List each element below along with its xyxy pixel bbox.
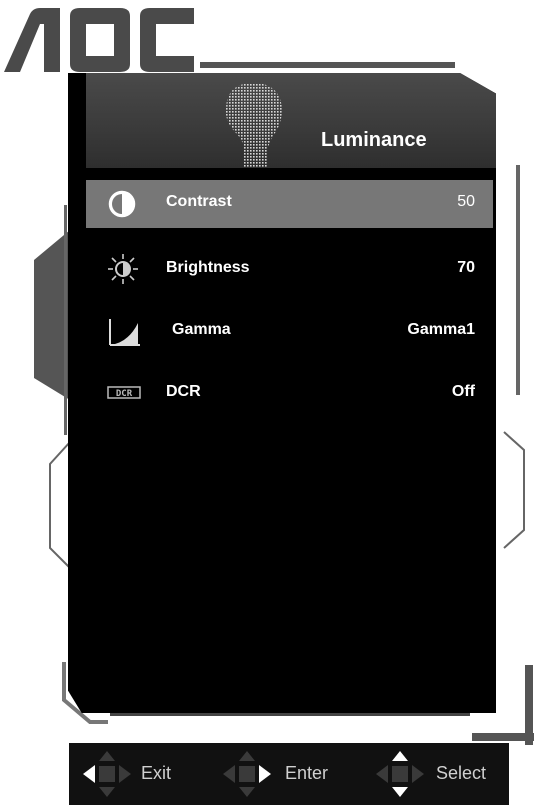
osd-title: Luminance xyxy=(321,129,427,151)
menu-item-label: DCR xyxy=(166,383,201,400)
svg-text:DCR: DCR xyxy=(116,389,133,399)
aoc-logo xyxy=(4,8,194,72)
luminance-bulb-icon xyxy=(225,83,282,167)
osd-panel: Luminance Contrast 50 Brightness 70 Gamm… xyxy=(68,73,496,713)
exit-button[interactable]: Exit xyxy=(79,743,209,805)
menu-item-label: Contrast xyxy=(166,193,232,210)
contrast-icon xyxy=(108,190,136,218)
menu-item-value: Gamma1 xyxy=(407,321,475,338)
menu-item-value: Off xyxy=(451,383,475,400)
select-label: Select xyxy=(436,763,487,783)
dpad-right-icon xyxy=(223,751,271,797)
enter-label: Enter xyxy=(285,763,329,783)
frame-bar-bottom-right xyxy=(472,733,534,741)
menu-item-label: Gamma xyxy=(172,321,231,338)
gamma-icon xyxy=(109,319,140,346)
frame-decoration-right-outline xyxy=(503,431,525,549)
frame-line-left xyxy=(64,205,67,435)
menu-item-dcr[interactable]: DCR DCR Off xyxy=(86,369,493,417)
menu-item-label: Brightness xyxy=(166,259,250,276)
select-button[interactable]: Select xyxy=(372,743,507,805)
dpad-up-down-icon xyxy=(376,751,424,797)
frame-line-right xyxy=(516,165,520,395)
frame-bar-top xyxy=(200,62,455,68)
menu-item-value: 70 xyxy=(457,259,475,276)
dpad-left-icon xyxy=(83,751,131,797)
menu-item-brightness[interactable]: Brightness 70 xyxy=(86,245,493,293)
dcr-icon: DCR xyxy=(107,386,141,399)
enter-button[interactable]: Enter xyxy=(219,743,349,805)
osd-navbar: Exit Enter Select xyxy=(69,743,509,805)
brightness-icon xyxy=(108,254,138,284)
menu-item-gamma[interactable]: Gamma Gamma1 xyxy=(86,307,493,355)
menu-item-contrast[interactable]: Contrast 50 xyxy=(86,180,493,228)
menu-item-value: 50 xyxy=(457,193,475,210)
osd-header: Luminance xyxy=(86,73,496,168)
exit-label: Exit xyxy=(141,763,172,783)
